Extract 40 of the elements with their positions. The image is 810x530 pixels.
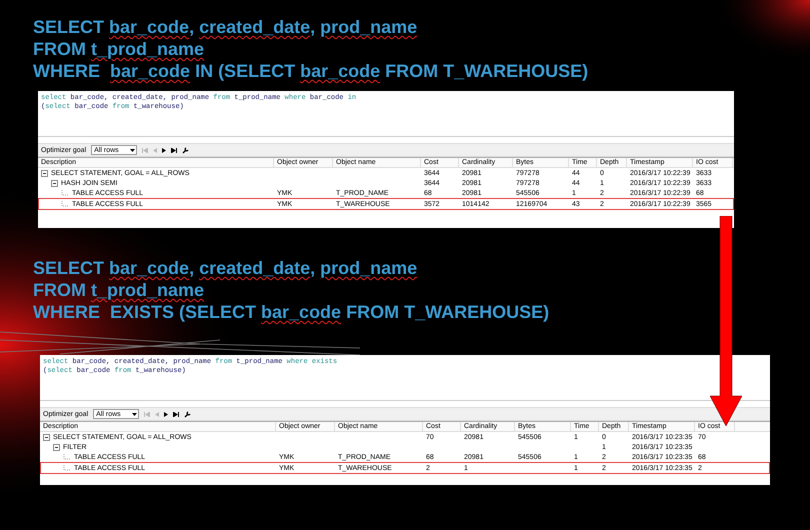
- misspelled-word: bar_code: [261, 301, 342, 323]
- next-icon[interactable]: [164, 412, 168, 416]
- wrench-icon[interactable]: [182, 146, 190, 154]
- heading-text: ,: [310, 257, 316, 279]
- heading-text: IN (SELECT: [194, 60, 296, 82]
- collapse-icon[interactable]: [53, 444, 60, 450]
- heading-text: SELECT: [33, 257, 106, 279]
- collapse-icon[interactable]: [43, 434, 50, 440]
- misspelled-word: bar_code: [300, 60, 380, 82]
- next-icon[interactable]: [162, 148, 166, 152]
- misspelled-word: bar_code: [110, 60, 190, 82]
- heading-text: SELECT: [33, 16, 106, 38]
- last-page-icon[interactable]: [173, 412, 180, 416]
- heading-text: WHERE: [33, 60, 101, 82]
- heading-text: ,: [310, 16, 316, 38]
- misspelled-word: created_date: [199, 16, 310, 38]
- heading-text: ,: [189, 16, 196, 38]
- heading-text: FROM: [33, 38, 87, 60]
- tree-line: [63, 465, 72, 471]
- dropdown-caret-icon: [132, 412, 138, 416]
- last-page-icon[interactable]: [171, 148, 178, 152]
- tree-line: [61, 201, 70, 207]
- heading-text: WHERE EXISTS (SELECT: [33, 301, 258, 323]
- heading-text: FROM: [33, 279, 87, 301]
- misspelled-word: t_prod_name: [91, 279, 204, 301]
- misspelled-word: bar_code: [109, 16, 190, 38]
- misspelled-word: created_date: [199, 257, 310, 279]
- heading-text: FROM T_WAREHOUSE): [384, 60, 588, 82]
- collapse-icon[interactable]: [51, 180, 58, 186]
- dropdown-caret-icon: [130, 148, 136, 152]
- heading-text: ,: [189, 257, 196, 279]
- tree-line: [63, 454, 72, 460]
- misspelled-word: bar_code: [109, 257, 190, 279]
- misspelled-word: t_prod_name: [91, 38, 204, 60]
- tree-line: [61, 190, 70, 196]
- heading-text: FROM T_WAREHOUSE): [345, 301, 550, 323]
- collapse-icon[interactable]: [41, 170, 48, 176]
- wrench-icon[interactable]: [184, 410, 192, 418]
- misspelled-word: prod_name: [320, 257, 418, 279]
- misspelled-word: prod_name: [320, 16, 418, 38]
